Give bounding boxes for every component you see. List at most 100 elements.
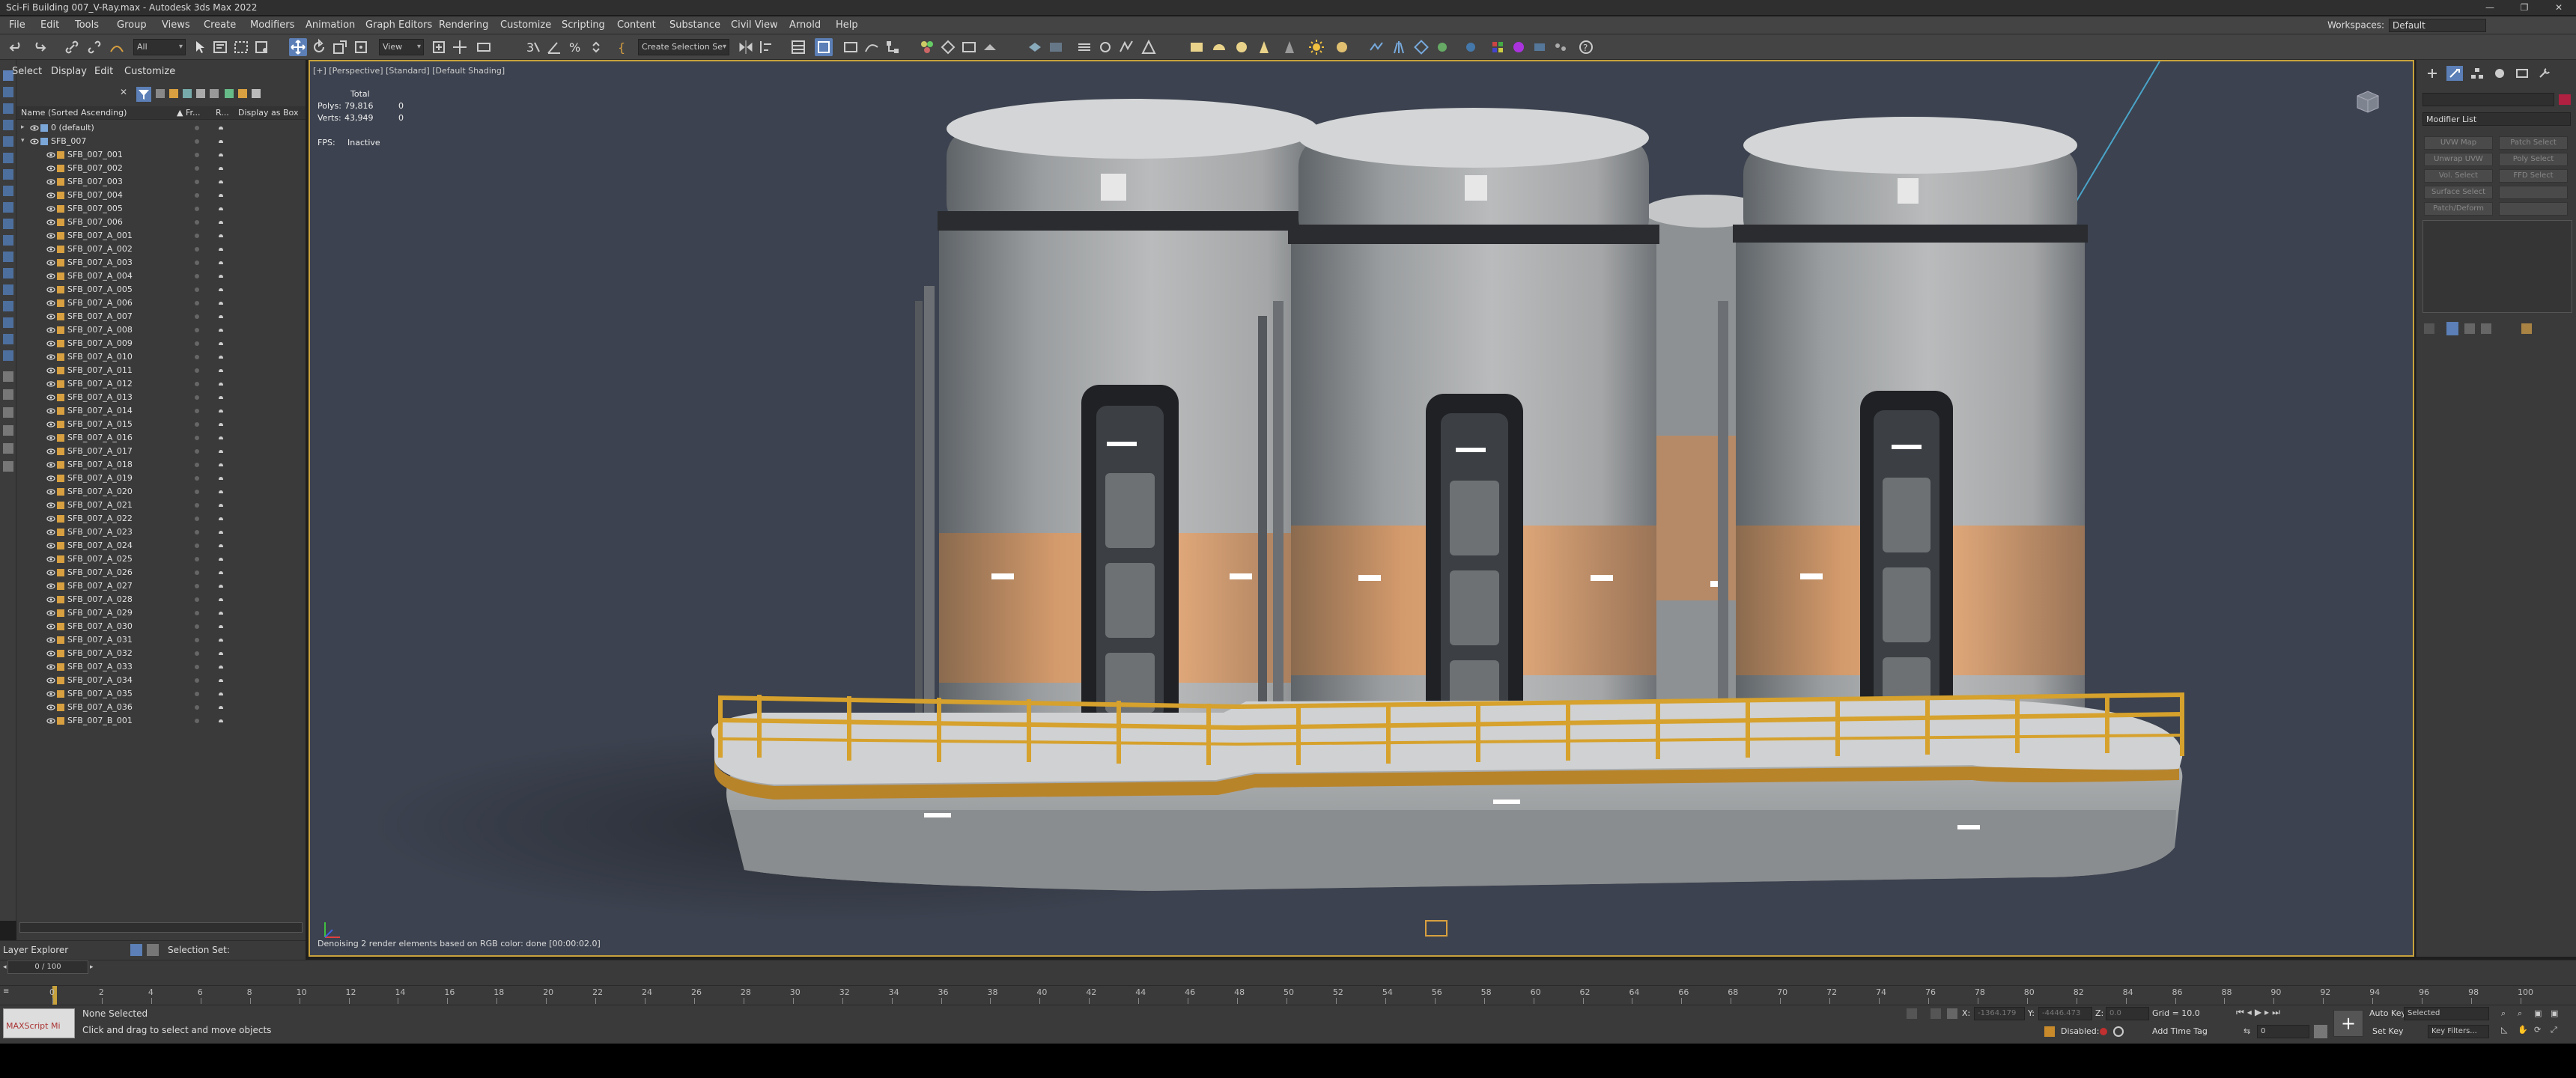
frozen-toggle-icon[interactable]: [195, 153, 199, 157]
visibility-eye-icon[interactable]: [46, 461, 55, 469]
display-spacewarps-icon[interactable]: [238, 89, 247, 98]
object-row[interactable]: SFB_007_A_031: [16, 633, 306, 647]
visibility-eye-icon[interactable]: [46, 704, 55, 711]
layout-tab-icon[interactable]: [3, 153, 13, 163]
renderable-teapot-icon[interactable]: [217, 582, 225, 590]
x-coordinate-field[interactable]: -1364.179: [1974, 1007, 2025, 1020]
object-row[interactable]: SFB_007_003: [16, 175, 306, 189]
frozen-toggle-icon[interactable]: [195, 584, 199, 588]
select-object-icon[interactable]: [192, 38, 210, 56]
frozen-toggle-icon[interactable]: [195, 126, 199, 130]
frozen-toggle-icon[interactable]: [195, 139, 199, 144]
frozen-toggle-icon[interactable]: [195, 261, 199, 265]
renderable-teapot-icon[interactable]: [217, 421, 225, 428]
menu-civil-view[interactable]: Civil View: [731, 19, 778, 31]
auto-key-button[interactable]: Auto Key: [2369, 1008, 2406, 1018]
percent-snap-icon[interactable]: %: [566, 38, 584, 56]
vray-chaos-scatter-icon[interactable]: [1552, 38, 1570, 56]
menu-customize[interactable]: Customize: [500, 19, 551, 31]
layout-tab-icon[interactable]: [3, 443, 13, 454]
frozen-toggle-icon[interactable]: [195, 355, 199, 359]
visibility-eye-icon[interactable]: [46, 448, 55, 455]
renderable-teapot-icon[interactable]: [217, 434, 225, 442]
vray-vision-icon[interactable]: [1531, 38, 1549, 56]
visibility-eye-icon[interactable]: [46, 502, 55, 509]
renderable-teapot-icon[interactable]: [217, 259, 225, 267]
layout-tab-icon[interactable]: [3, 136, 13, 147]
keyboard-shortcut-override-icon[interactable]: [475, 38, 493, 56]
time-configuration-icon[interactable]: [2314, 1025, 2327, 1038]
set-key-icon[interactable]: +: [2333, 1010, 2363, 1037]
renderable-teapot-icon[interactable]: [217, 178, 225, 186]
toggle-ribbon-icon[interactable]: [842, 38, 860, 56]
modifier-unwrap-uvw-button[interactable]: Unwrap UVW: [2424, 153, 2493, 166]
vray-sphere-light-icon[interactable]: [1233, 38, 1251, 56]
display-shapes-icon[interactable]: [183, 89, 192, 98]
frozen-toggle-icon[interactable]: [195, 328, 199, 332]
frozen-toggle-icon[interactable]: [195, 368, 199, 373]
renderable-teapot-icon[interactable]: [217, 636, 225, 644]
object-row[interactable]: SFB_007_A_021: [16, 499, 306, 512]
layout-tab-icon[interactable]: [3, 103, 13, 114]
object-color-swatch[interactable]: [2559, 94, 2571, 105]
visibility-eye-icon[interactable]: [46, 380, 55, 388]
object-row[interactable]: SFB_007_A_035: [16, 687, 306, 701]
frozen-toggle-icon[interactable]: [195, 301, 199, 305]
zoom-icon[interactable]: ⌕: [2501, 1008, 2512, 1019]
renderable-teapot-icon[interactable]: [217, 461, 225, 469]
playback-controls[interactable]: ⏮◂▶▸⏭: [2236, 1007, 2311, 1020]
layout-tab-icon[interactable]: [3, 389, 13, 400]
layout-tab-icon[interactable]: [3, 284, 13, 295]
visibility-eye-icon[interactable]: [46, 313, 55, 320]
time-tag-icon[interactable]: [2113, 1026, 2124, 1037]
layout-tab-icon[interactable]: [3, 425, 13, 436]
modifier-empty-button[interactable]: [2499, 202, 2568, 216]
menu-graph-editors[interactable]: Graph Editors: [365, 19, 432, 31]
renderable-teapot-icon[interactable]: [217, 515, 225, 523]
absolute-mode-icon[interactable]: [1947, 1008, 1957, 1019]
vray-material-library-icon[interactable]: [1489, 38, 1507, 56]
modifier-vol-select-button[interactable]: Vol. Select: [2424, 169, 2493, 183]
frozen-toggle-icon[interactable]: [195, 651, 199, 656]
time-slider-next-icon[interactable]: ▸: [90, 963, 96, 971]
renderable-teapot-icon[interactable]: [217, 609, 225, 617]
visibility-eye-icon[interactable]: [46, 677, 55, 684]
display-bones-icon[interactable]: [252, 89, 261, 98]
object-row[interactable]: SFB_007_A_032: [16, 647, 306, 660]
select-place-icon[interactable]: [352, 38, 370, 56]
menu-arnold[interactable]: Arnold: [789, 19, 821, 31]
toggle-scene-explorer-icon[interactable]: [815, 38, 833, 56]
visibility-eye-icon[interactable]: [46, 151, 55, 159]
viewcube-icon[interactable]: [2353, 88, 2383, 115]
motion-tab-icon[interactable]: [2491, 66, 2508, 81]
frozen-toggle-icon[interactable]: [195, 449, 199, 454]
select-by-name-icon[interactable]: [211, 38, 229, 56]
filter-icon[interactable]: [136, 87, 151, 102]
vray-proxy-icon[interactable]: [1367, 38, 1385, 56]
layout-tab-icon[interactable]: [3, 371, 13, 382]
object-row[interactable]: SFB_007_A_006: [16, 296, 306, 310]
object-row[interactable]: SFB_007_A_012: [16, 377, 306, 391]
object-row[interactable]: SFB_007_A_029: [16, 606, 306, 620]
object-row[interactable]: SFB_007_A_025: [16, 552, 306, 566]
vray-decal-icon[interactable]: [1412, 38, 1430, 56]
renderable-teapot-icon[interactable]: [217, 246, 225, 253]
visibility-eye-icon[interactable]: [46, 421, 55, 428]
layout-tab-icon[interactable]: [3, 350, 13, 361]
object-row[interactable]: SFB_007_B_001: [16, 714, 306, 728]
menu-substance[interactable]: Substance: [669, 19, 720, 31]
maximize-button[interactable]: ❐: [2507, 0, 2542, 16]
visibility-eye-icon[interactable]: [46, 178, 55, 186]
layout-tab-icon[interactable]: [3, 219, 13, 229]
frozen-toggle-icon[interactable]: [195, 220, 199, 225]
frozen-toggle-icon[interactable]: [195, 166, 199, 171]
object-row[interactable]: SFB_007_A_017: [16, 445, 306, 458]
layout-tab-icon[interactable]: [3, 317, 13, 328]
renderable-teapot-icon[interactable]: [217, 448, 225, 455]
renderable-teapot-icon[interactable]: [217, 529, 225, 536]
visibility-eye-icon[interactable]: [46, 690, 55, 698]
visibility-eye-icon[interactable]: [46, 219, 55, 226]
horizontal-scrollbar[interactable]: [19, 922, 303, 933]
frozen-toggle-icon[interactable]: [195, 287, 199, 292]
frozen-toggle-icon[interactable]: [195, 530, 199, 535]
